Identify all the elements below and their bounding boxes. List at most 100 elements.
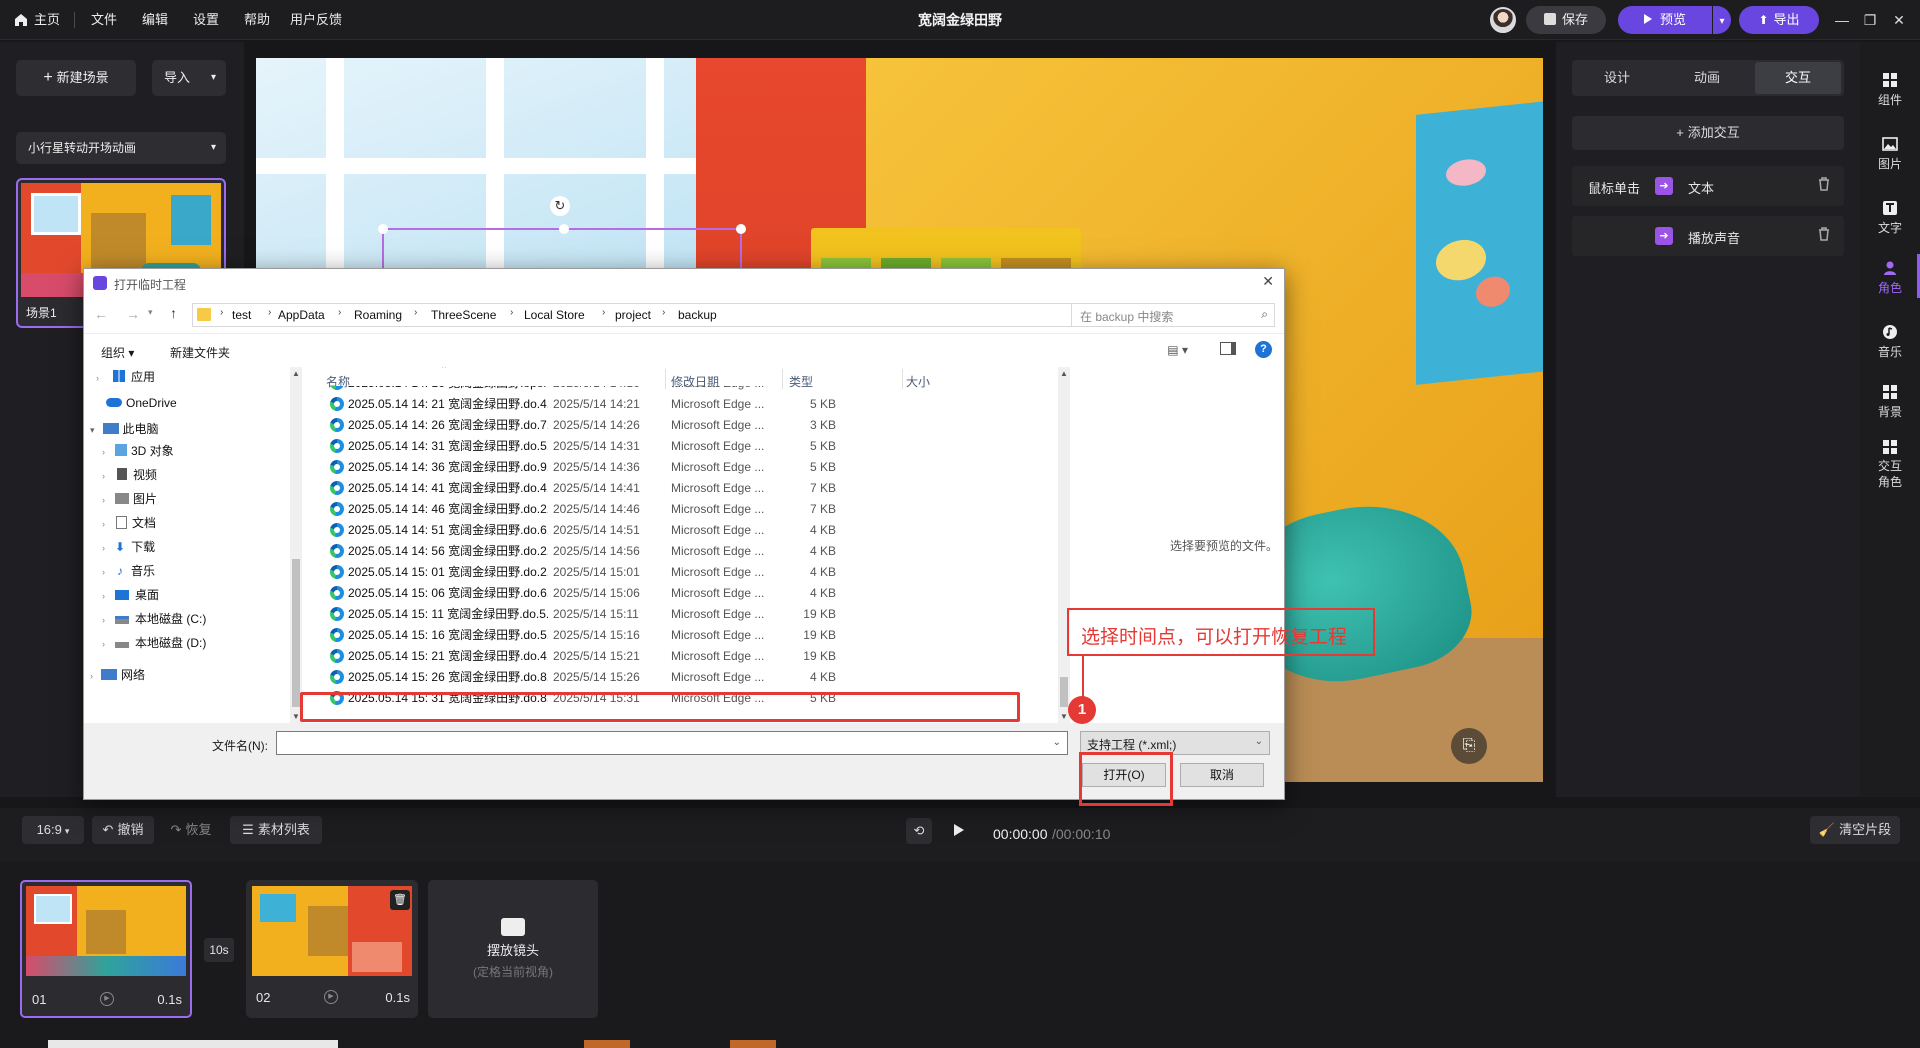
file-row[interactable]: 2025.05.14 14: 26 宽阔金绿田野.do.7... 2025/5/1…	[324, 415, 836, 436]
clear-clips-button[interactable]: 🧹 清空片段	[1810, 816, 1900, 844]
scroll-thumb[interactable]	[292, 559, 300, 707]
transition-duration[interactable]: 10s	[204, 938, 234, 962]
tree-item-drive-d[interactable]: › 本地磁盘 (D:)	[102, 633, 206, 653]
iconbar-text[interactable]: 文字	[1860, 200, 1920, 236]
interaction-row[interactable]: 鼠标单击 ➜ 文本	[1572, 166, 1844, 206]
iconbar-music[interactable]: 音乐	[1860, 324, 1920, 360]
save-button[interactable]: 保存	[1526, 6, 1606, 34]
loop-button[interactable]: ⟲	[906, 818, 932, 844]
tab-animation[interactable]: 动画	[1662, 61, 1752, 95]
chevron-down-icon[interactable]: ▾	[148, 307, 153, 318]
close-icon[interactable]: ✕	[1262, 273, 1274, 290]
file-scrollbar[interactable]: ▲ ▼	[1058, 367, 1070, 723]
tree-item-apps[interactable]: › 应用	[96, 367, 155, 387]
tree-item-downloads[interactable]: › ⬇ 下载	[102, 537, 155, 557]
resize-handle[interactable]	[378, 224, 388, 234]
tab-interaction[interactable]: 交互	[1755, 62, 1841, 94]
trash-icon[interactable]	[1818, 227, 1830, 241]
scroll-up-icon[interactable]: ▲	[292, 369, 300, 378]
clip-play-icon[interactable]: ▶	[100, 992, 114, 1006]
file-row[interactable]: 2025.05.14 15: 16 宽阔金绿田野.do.5... 2025/5/1…	[324, 625, 836, 646]
assets-list-button[interactable]: ☰ 素材列表	[230, 816, 322, 844]
resize-handle[interactable]	[559, 224, 569, 234]
tree-item-documents[interactable]: › 文档	[102, 513, 156, 533]
restore-icon[interactable]: ❐	[1860, 10, 1880, 30]
clip-play-icon[interactable]: ▶	[324, 990, 338, 1004]
new-folder-button[interactable]: 新建文件夹	[170, 344, 230, 361]
tree-item-music[interactable]: › ♪ 音乐	[102, 561, 155, 581]
file-row[interactable]: 2025.05.14 15: 11 宽阔金绿田野.do.5... 2025/5/1…	[324, 604, 836, 625]
tree-item-desktop[interactable]: › 桌面	[102, 585, 159, 605]
tree-item-videos[interactable]: › 视频	[102, 465, 157, 485]
file-row[interactable]: 2025.05.14 14: 56 宽阔金绿田野.do.2... 2025/5/1…	[324, 541, 836, 562]
tree-item-3d-objects[interactable]: › 3D 对象	[102, 441, 174, 461]
help-icon[interactable]: ?	[1255, 341, 1272, 358]
cancel-button[interactable]: 取消	[1180, 763, 1264, 787]
breadcrumb-item[interactable]: Local Store	[524, 307, 585, 323]
tab-design[interactable]: 设计	[1572, 61, 1662, 95]
file-row[interactable]: 2025.05.14 14: 31 宽阔金绿田野.do.5... 2025/5/1…	[324, 436, 836, 457]
scroll-up-icon[interactable]: ▲	[1060, 369, 1068, 378]
organize-button[interactable]: 组织 ▾	[101, 344, 134, 361]
timeline-clip[interactable]: 01 ▶ 0.1s	[20, 880, 192, 1018]
file-row[interactable]: 2025.05.14 14: 51 宽阔金绿田野.do.6... 2025/5/1…	[324, 520, 836, 541]
aspect-ratio-select[interactable]: 16:9 ▾	[22, 816, 84, 844]
file-row[interactable]: 2025.05.14 14: 46 宽阔金绿田野.do.2... 2025/5/1…	[324, 499, 836, 520]
dialog-search[interactable]: 在 backup 中搜索 ⌕	[1071, 303, 1275, 327]
undo-button[interactable]: ↶ 撤销	[92, 816, 154, 844]
view-options-icon[interactable]: ▤ ▾	[1167, 343, 1188, 357]
iconbar-background[interactable]: 背景	[1860, 384, 1920, 420]
close-icon[interactable]: ✕	[1889, 10, 1909, 30]
file-row[interactable]: 2025.05.14 14: 36 宽阔金绿田野.do.9... 2025/5/1…	[324, 457, 836, 478]
address-bar[interactable]	[192, 303, 1141, 327]
breadcrumb-item[interactable]: ThreeScene	[431, 307, 496, 323]
tree-item-onedrive[interactable]: OneDrive	[96, 393, 177, 413]
file-row[interactable]: 2025.05.14 15: 01 宽阔金绿田野.do.2... 2025/5/1…	[324, 562, 836, 583]
iconbar-image[interactable]: 图片	[1860, 136, 1920, 172]
screenshot-camera-icon[interactable]: ⎘	[1451, 728, 1487, 764]
nav-scrollbar[interactable]: ▲ ▼	[290, 367, 302, 723]
preview-pane-icon[interactable]	[1220, 342, 1236, 355]
tree-item-this-pc[interactable]: ▾ 此电脑	[90, 419, 159, 439]
file-row[interactable]: 2025.05.14 14: 41 宽阔金绿田野.do.4... 2025/5/1…	[324, 478, 836, 499]
breadcrumb-item[interactable]: backup	[678, 307, 717, 323]
file-row[interactable]: 2025.05.14 14: 21 宽阔金绿田野.do.4... 2025/5/1…	[324, 394, 836, 415]
forward-icon[interactable]: →	[126, 306, 140, 322]
iconbar-character[interactable]: 角色	[1860, 254, 1920, 298]
scroll-thumb[interactable]	[1060, 677, 1068, 707]
scroll-down-icon[interactable]: ▼	[292, 712, 300, 721]
tree-item-network[interactable]: › 网络	[90, 665, 145, 685]
breadcrumb-item[interactable]: Roaming	[354, 307, 402, 323]
breadcrumb-item[interactable]: AppData	[278, 307, 325, 323]
breadcrumb-item[interactable]: project	[615, 307, 651, 323]
file-row[interactable]: 2025.05.14 15: 26 宽阔金绿田野.do.8... 2025/5/1…	[324, 667, 836, 688]
up-icon[interactable]: ↑	[170, 305, 177, 321]
import-button[interactable]: 导入 ▾	[152, 60, 226, 96]
scene-select[interactable]: 小行星转动开场动画 ▾	[16, 132, 226, 164]
add-interaction-button[interactable]: + 添加交互	[1572, 116, 1844, 150]
redo-button[interactable]: ↷ 恢复	[160, 816, 222, 844]
iconbar-components[interactable]: 组件	[1860, 72, 1920, 108]
breadcrumb-item[interactable]: test	[232, 307, 251, 323]
minimize-icon[interactable]: —	[1832, 10, 1852, 30]
tree-item-drive-c[interactable]: › 本地磁盘 (C:)	[102, 609, 206, 629]
trash-icon[interactable]	[1818, 177, 1830, 191]
back-icon[interactable]: ←	[94, 306, 108, 322]
iconbar-interactive-character[interactable]: 交互角色	[1860, 439, 1920, 490]
clip-delete-icon[interactable]: 🗑	[390, 890, 410, 910]
file-row[interactable]: 2025.05.14 15: 06 宽阔金绿田野.do.6... 2025/5/1…	[324, 583, 836, 604]
scroll-down-icon[interactable]: ▼	[1060, 712, 1068, 721]
timeline-clip[interactable]: 🗑 02 ▶ 0.1s	[246, 880, 418, 1018]
file-row[interactable]: 2025.05.14 15: 21 宽阔金绿田野.do.4... 2025/5/1…	[324, 646, 836, 667]
rotate-handle-icon[interactable]: ↻	[550, 196, 570, 216]
play-button[interactable]	[944, 818, 974, 844]
avatar[interactable]	[1490, 7, 1516, 33]
new-scene-button[interactable]: + 新建场景	[16, 60, 136, 96]
place-camera-button[interactable]: 摆放镜头 (定格当前视角)	[428, 880, 598, 1018]
column-divider[interactable]	[902, 369, 903, 389]
tree-item-pictures[interactable]: › 图片	[102, 489, 157, 509]
preview-button[interactable]: 预览	[1618, 6, 1712, 34]
column-size[interactable]: 大小	[906, 373, 930, 390]
export-button[interactable]: ⬆ 导出	[1739, 6, 1819, 34]
filename-input[interactable]: ⌄	[276, 731, 1068, 755]
